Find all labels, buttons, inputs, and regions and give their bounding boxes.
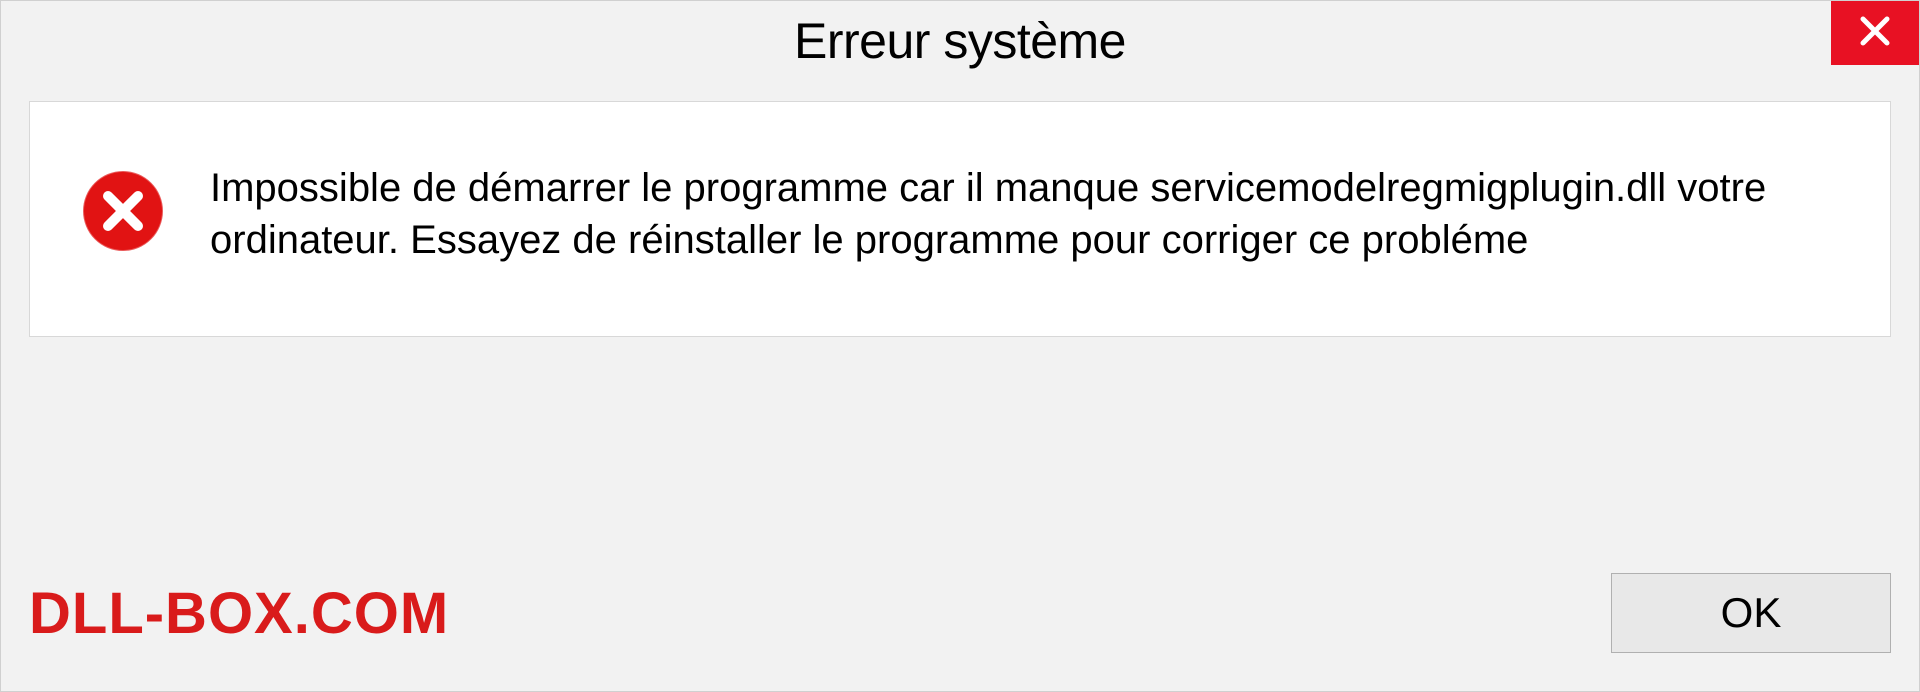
watermark-text: DLL-BOX.COM: [29, 580, 449, 647]
close-button[interactable]: [1831, 1, 1919, 65]
error-dialog: Erreur système Impossible de démarrer le…: [0, 0, 1920, 692]
close-icon: [1857, 13, 1893, 54]
dialog-title: Erreur système: [794, 12, 1126, 70]
error-icon: [80, 168, 166, 254]
dialog-footer: DLL-BOX.COM OK: [29, 573, 1891, 653]
message-panel: Impossible de démarrer le programme car …: [29, 101, 1891, 337]
titlebar: Erreur système: [1, 1, 1919, 81]
ok-button[interactable]: OK: [1611, 573, 1891, 653]
error-message: Impossible de démarrer le programme car …: [210, 162, 1840, 266]
